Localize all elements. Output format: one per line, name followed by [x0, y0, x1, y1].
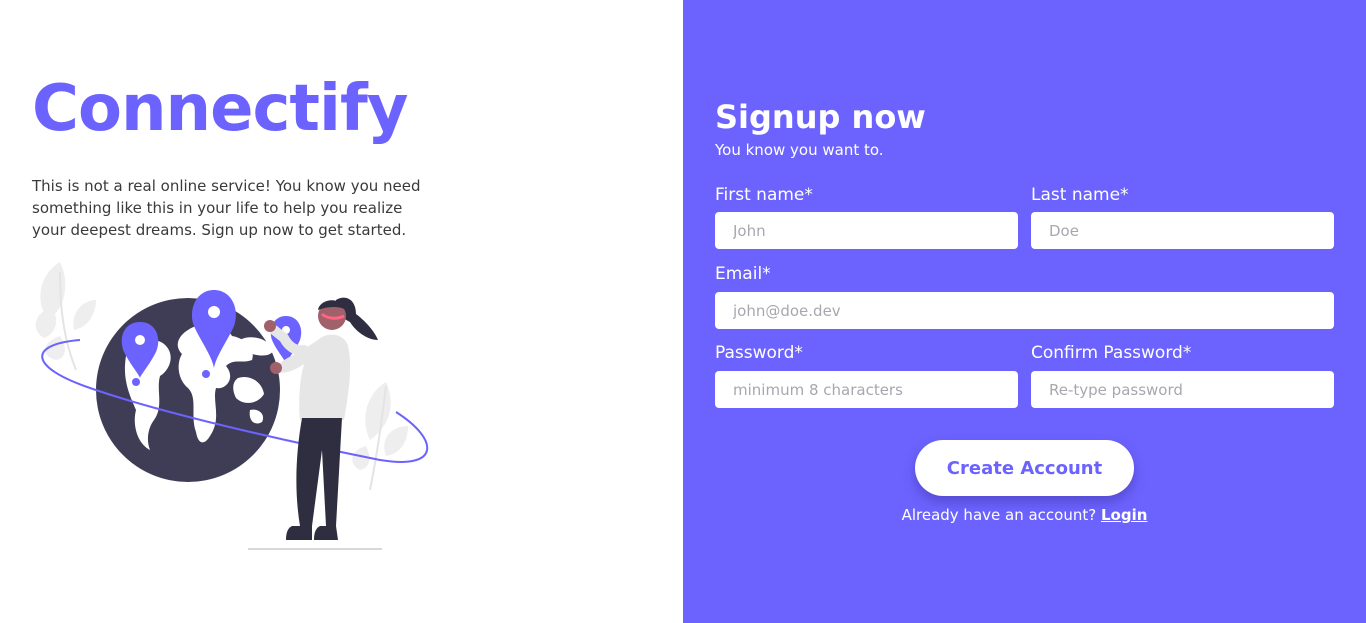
brand-tagline: This is not a real online service! You k…	[32, 177, 421, 239]
signup-panel: Signup now You know you want to. First n…	[683, 0, 1366, 623]
first-name-field[interactable]	[715, 212, 1018, 249]
signup-subtitle: You know you want to.	[715, 141, 884, 159]
password-field[interactable]	[715, 371, 1018, 408]
traveler-globe-illustration	[30, 260, 440, 555]
signup-title: Signup now	[715, 98, 926, 136]
last-name-label: Last name*	[1031, 185, 1129, 205]
brand-title: Connectify	[32, 72, 408, 146]
login-link[interactable]: Login	[1101, 506, 1147, 524]
intro-panel: Connectify This is not a real online ser…	[0, 0, 683, 623]
email-label: Email*	[715, 264, 771, 284]
first-name-label: First name*	[715, 185, 813, 205]
confirm-password-field[interactable]	[1031, 371, 1334, 408]
login-prompt-row: Already have an account? Login	[683, 506, 1366, 524]
password-label: Password*	[715, 343, 803, 363]
email-field[interactable]	[715, 292, 1334, 329]
create-account-button[interactable]: Create Account	[915, 440, 1134, 496]
last-name-field[interactable]	[1031, 212, 1334, 249]
login-prompt-text: Already have an account?	[901, 506, 1097, 524]
illustration-graphic	[35, 262, 428, 550]
confirm-password-label: Confirm Password*	[1031, 343, 1192, 363]
